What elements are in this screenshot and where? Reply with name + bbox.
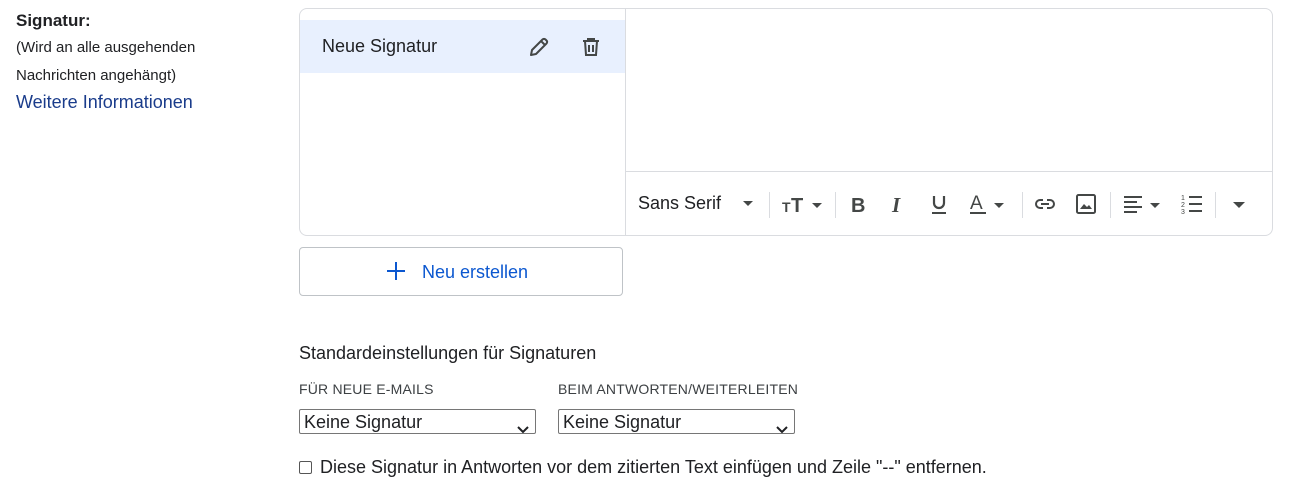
reply-forward-label: BEIM ANTWORTEN/WEITERLEITEN	[558, 381, 799, 397]
chevron-down-icon	[776, 417, 788, 434]
new-emails-select-value: Keine Signatur	[304, 412, 423, 432]
signature-section-header: Signatur: (Wird an alle ausgehenden Nach…	[16, 10, 276, 114]
svg-text:I: I	[891, 193, 901, 215]
signature-text-area[interactable]	[626, 9, 1272, 172]
svg-text:T: T	[791, 195, 803, 215]
svg-text:1: 1	[1181, 195, 1185, 202]
font-size-icon[interactable]: TT	[782, 193, 822, 217]
link-icon[interactable]	[1033, 193, 1055, 215]
toolbar-divider	[1022, 192, 1023, 218]
plus-icon	[386, 261, 406, 281]
numbered-list-icon[interactable]: 123	[1181, 193, 1203, 216]
svg-text:3: 3	[1181, 209, 1185, 215]
svg-text:2: 2	[1181, 202, 1185, 209]
toolbar-divider	[1110, 192, 1111, 218]
toolbar-divider	[769, 192, 770, 218]
text-color-icon[interactable]: A	[968, 193, 1014, 215]
insert-before-quoted-label: Diese Signatur in Antworten vor dem ziti…	[320, 457, 987, 477]
font-family-select[interactable]: Sans Serif	[638, 172, 754, 235]
toolbar-divider	[1215, 192, 1216, 218]
insert-before-quoted-text-option: Diese Signatur in Antworten vor dem ziti…	[299, 457, 987, 478]
svg-text:A: A	[970, 193, 983, 214]
reply-forward-select-value: Keine Signatur	[563, 412, 682, 432]
section-description: (Wird an alle ausgehenden Nachrichten an…	[16, 34, 276, 90]
image-icon[interactable]	[1075, 193, 1097, 215]
chevron-down-icon	[517, 417, 529, 434]
signature-list-item[interactable]: Neue Signatur	[300, 20, 625, 73]
svg-text:B: B	[851, 195, 865, 215]
new-emails-signature-select[interactable]: Keine Signatur	[299, 409, 536, 434]
insert-before-quoted-checkbox[interactable]	[299, 461, 312, 474]
delete-icon[interactable]	[579, 35, 603, 59]
chevron-down-icon	[743, 201, 754, 206]
toolbar-divider	[835, 192, 836, 218]
new-signature-label: Neu erstellen	[422, 262, 529, 282]
description-line-2: Nachrichten angehängt)	[16, 67, 177, 84]
description-line-1: (Wird an alle ausgehenden	[16, 39, 196, 56]
new-signature-button[interactable]: Neu erstellen	[299, 247, 623, 296]
section-title: Signatur:	[16, 11, 91, 30]
svg-text:T: T	[782, 199, 791, 215]
more-options-icon[interactable]	[1228, 193, 1250, 215]
reply-forward-signature-select[interactable]: Keine Signatur	[558, 409, 795, 434]
more-info-link[interactable]: Weitere Informationen	[16, 90, 276, 114]
formatting-toolbar: Sans Serif TT B I A 1 2 3	[626, 172, 1272, 235]
defaults-heading: Standardeinstellungen für Signaturen	[299, 343, 597, 363]
font-family-value: Sans Serif	[638, 193, 722, 213]
new-emails-label: FÜR NEUE E-MAILS	[299, 381, 434, 397]
signature-list: Neue Signatur	[300, 9, 626, 235]
underline-icon[interactable]	[928, 193, 950, 215]
signature-editor: Neue Signatur Sans Serif TT B I A 1 2 3	[299, 8, 1273, 236]
align-icon[interactable]	[1122, 193, 1166, 215]
edit-icon[interactable]	[527, 35, 551, 59]
signature-name: Neue Signatur	[322, 36, 438, 56]
bold-icon[interactable]: B	[848, 193, 870, 217]
italic-icon[interactable]: I	[888, 193, 910, 217]
